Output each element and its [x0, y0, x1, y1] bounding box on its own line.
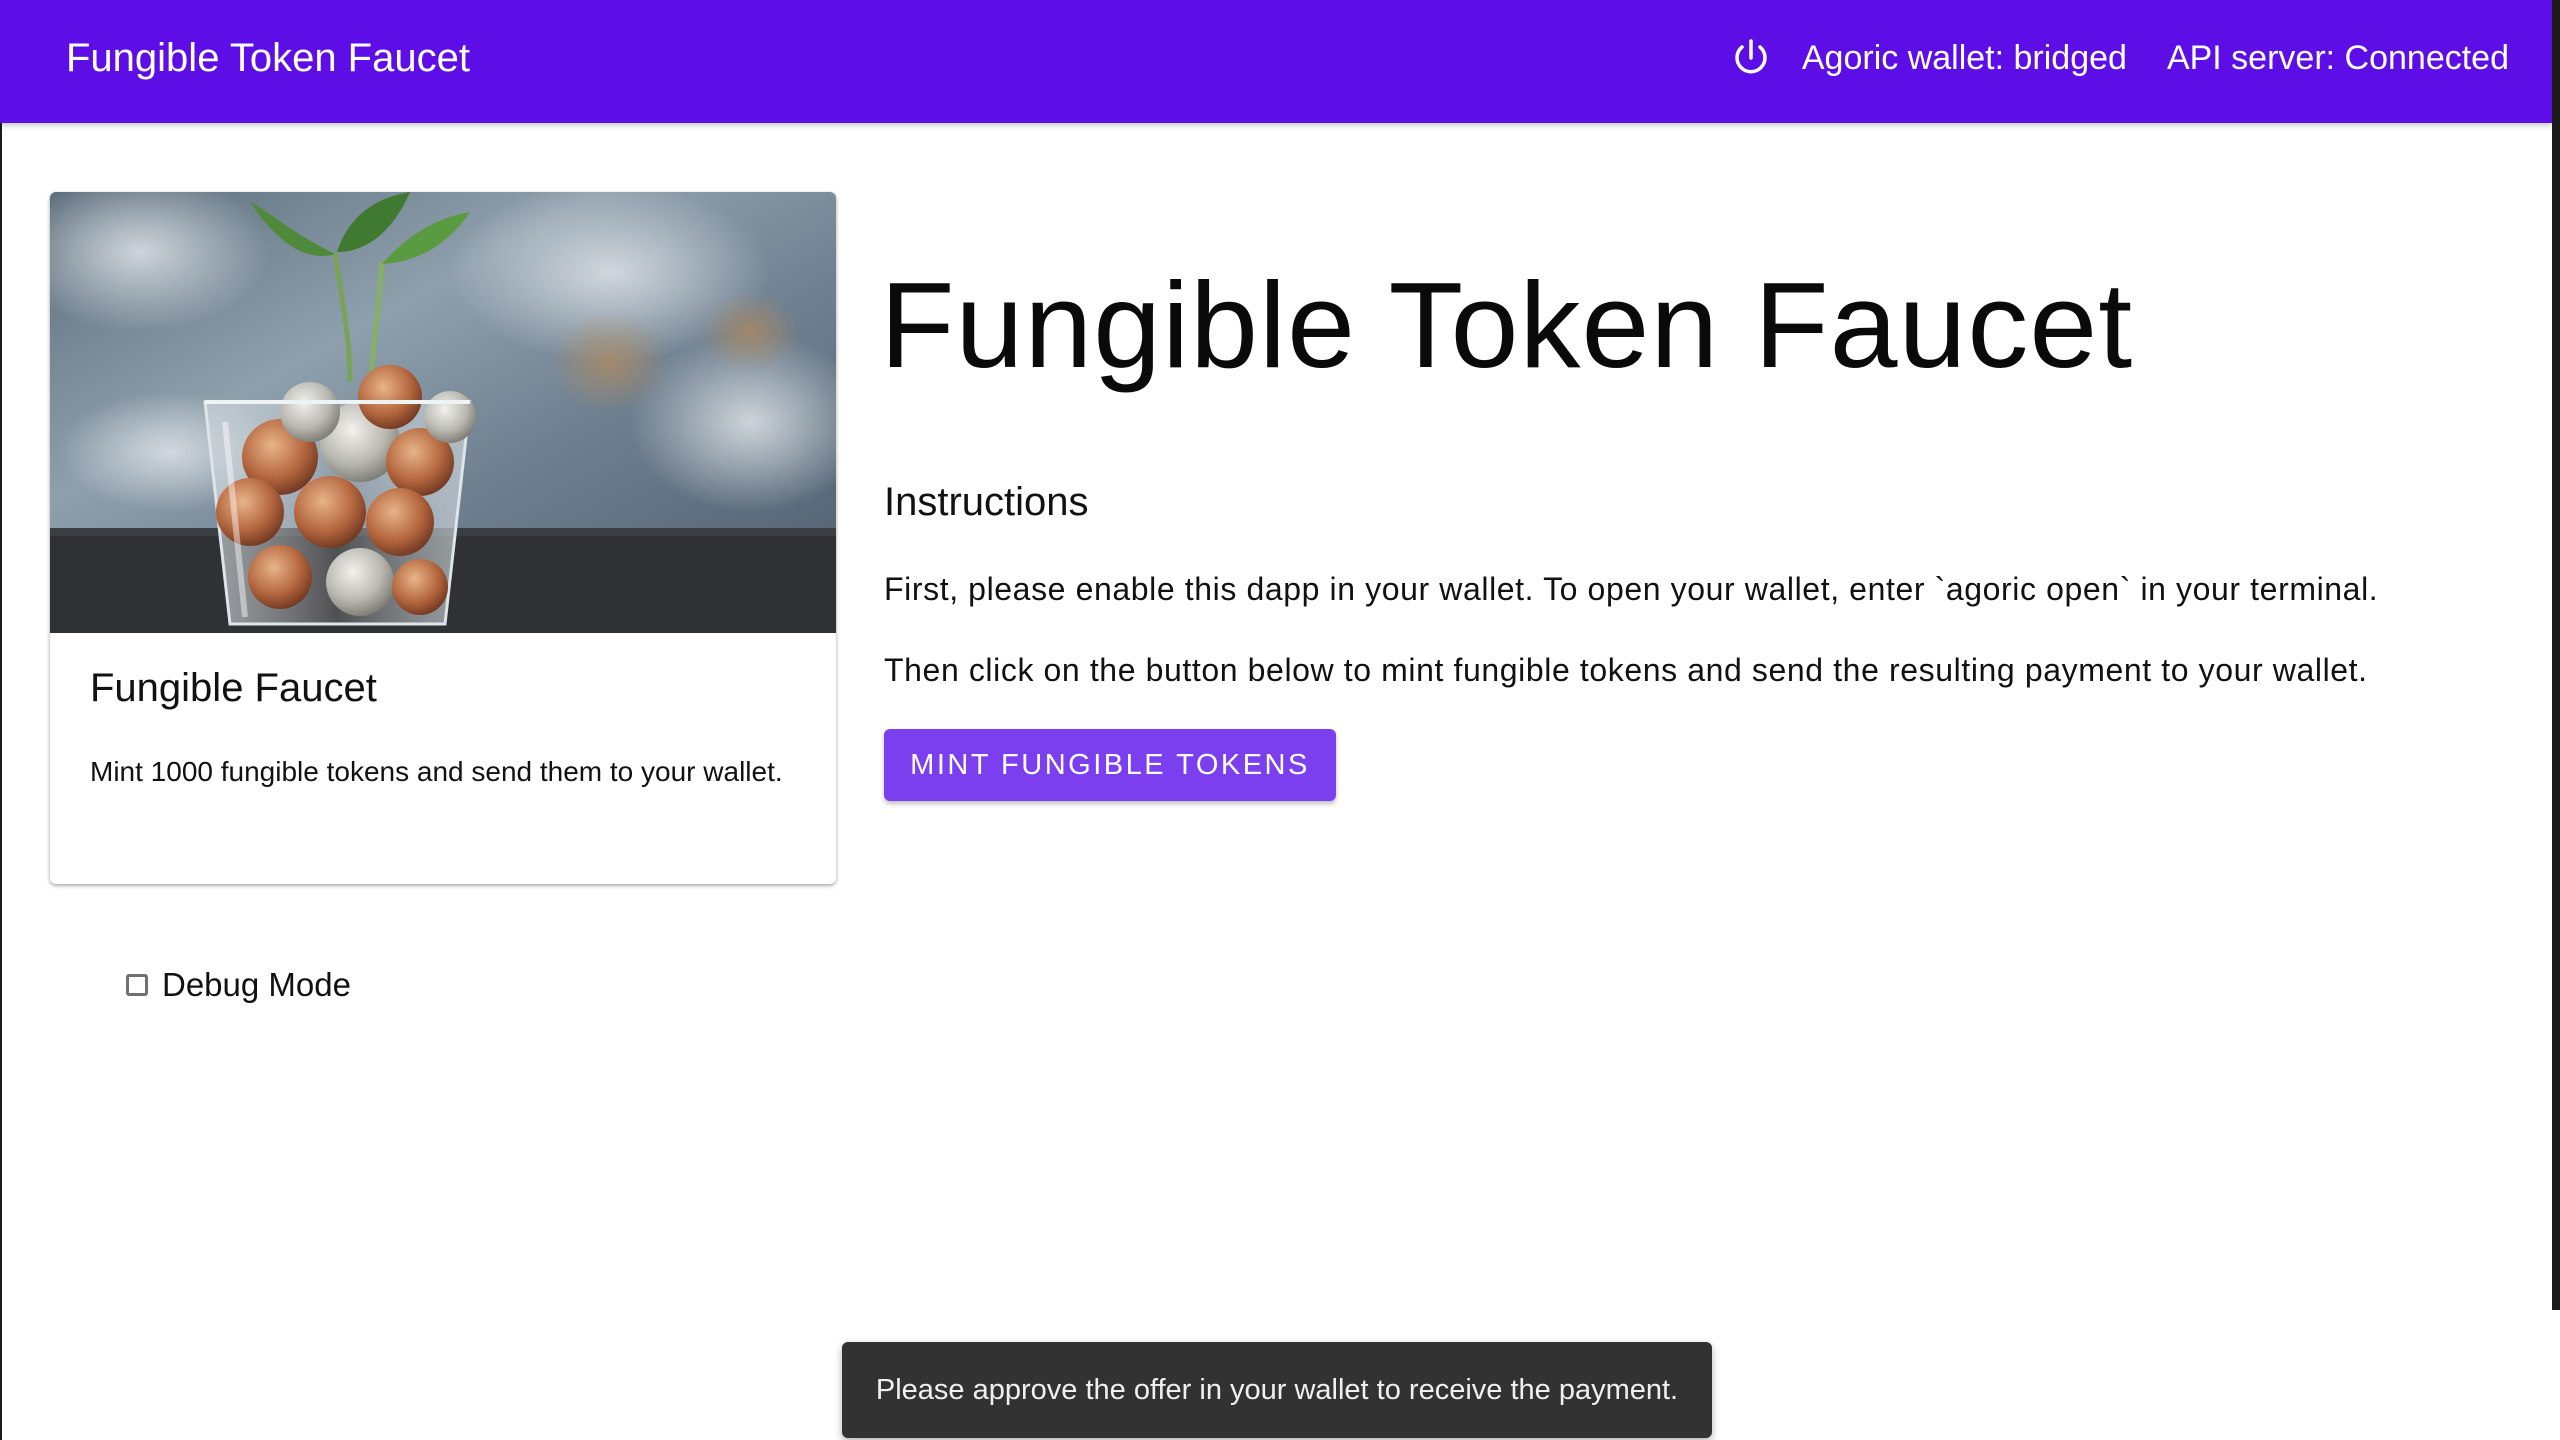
wallet-status: Agoric wallet: bridged: [1801, 38, 2127, 77]
faucet-card: Fungible Faucet Mint 1000 fungible token…: [50, 192, 836, 884]
page-headline: Fungible Token Faucet: [880, 257, 2134, 393]
snackbar-notification: Please approve the offer in your wallet …: [842, 1342, 1712, 1438]
app-bar: Fungible Token Faucet Agoric wallet: bri…: [0, 0, 2552, 123]
snackbar-message: Please approve the offer in your wallet …: [875, 1373, 1679, 1406]
window-left-edge: [0, 0, 2, 1440]
debug-mode-label: Debug Mode: [162, 966, 351, 1003]
card-title: Fungible Faucet: [90, 666, 377, 710]
debug-mode-checkbox[interactable]: [126, 974, 148, 996]
card-image-coins-in-glass: [50, 192, 836, 633]
instructions-paragraph-1: First, please enable this dapp in your w…: [884, 571, 2379, 607]
mint-fungible-tokens-button[interactable]: MINT FUNGIBLE TOKENS: [884, 729, 1336, 801]
app-title: Fungible Token Faucet: [66, 36, 470, 80]
debug-mode-toggle[interactable]: Debug Mode: [126, 966, 351, 1004]
connection-status-area: Agoric wallet: bridged API server: Conne…: [1730, 30, 2509, 86]
window-edge: [2552, 0, 2560, 1310]
api-server-status: API server: Connected: [2166, 38, 2509, 77]
page: Fungible Token Faucet Agoric wallet: bri…: [0, 0, 2560, 1440]
instructions-paragraph-2: Then click on the button below to mint f…: [884, 652, 2368, 688]
instructions-heading: Instructions: [884, 480, 1089, 524]
power-icon[interactable]: [1730, 37, 1772, 79]
card-description: Mint 1000 fungible tokens and send them …: [90, 756, 783, 787]
